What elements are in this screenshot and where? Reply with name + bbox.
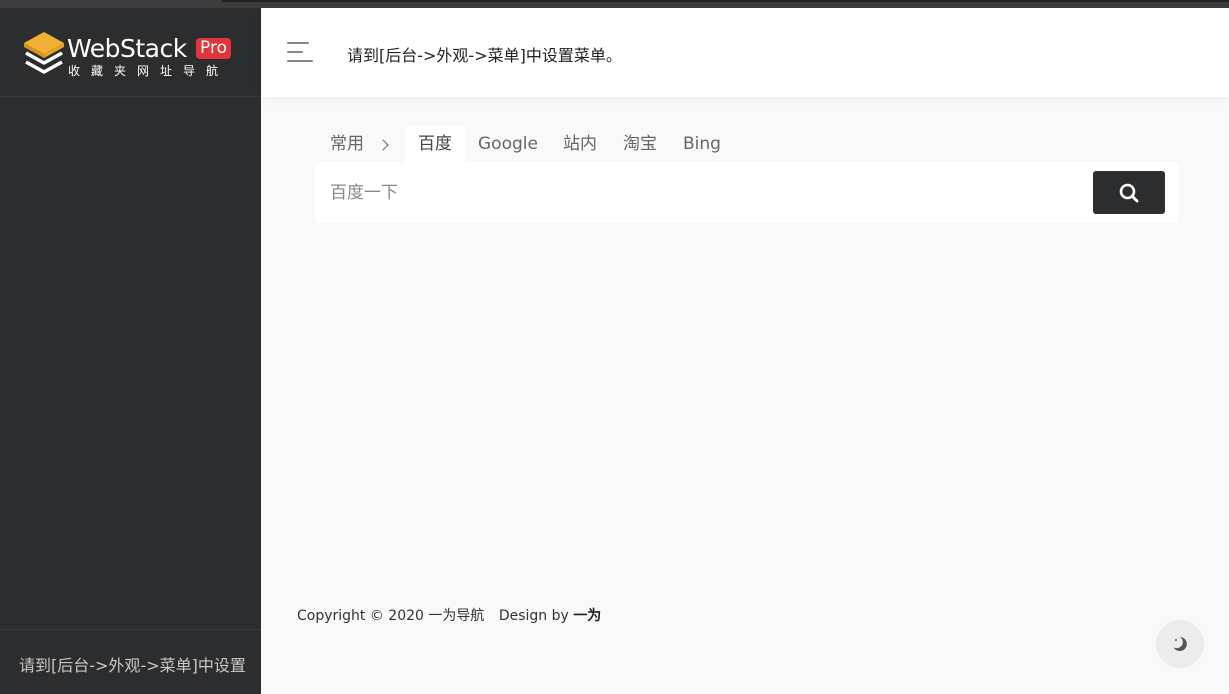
logo-wordmark: WebStack xyxy=(67,34,187,63)
sidebar-footer: 请到[后台->外观->菜单]中设置 xyxy=(0,629,261,694)
header: 请到[后台->外观->菜单]中设置菜单。 xyxy=(261,8,1229,97)
search-tabs: 常用 百度 Google 站内 淘宝 Bing xyxy=(315,126,1179,163)
design-by-text: Design by xyxy=(498,608,569,624)
designer-link[interactable]: 一为 xyxy=(573,608,601,624)
window-topbar-line xyxy=(222,0,1229,2)
header-menu-text[interactable]: 请到[后台->外观->菜单]中设置菜单。 xyxy=(347,42,622,66)
menu-toggle-icon[interactable] xyxy=(287,42,313,64)
search-panel: 常用 百度 Google 站内 淘宝 Bing xyxy=(315,126,1179,223)
tab-site[interactable]: 站内 xyxy=(563,126,597,163)
logo-pro-badge: Pro xyxy=(196,38,231,59)
tab-bing[interactable]: Bing xyxy=(683,126,721,163)
search-icon xyxy=(1119,183,1139,203)
night-mode-button[interactable] xyxy=(1156,620,1204,668)
tab-taobao[interactable]: 淘宝 xyxy=(623,126,657,163)
copyright: Copyright © 2020 一为导航 Design by 一为 xyxy=(297,605,601,625)
logo[interactable]: WebStack Pro 收藏夹网址导航 xyxy=(0,8,261,97)
search-box xyxy=(315,163,1179,223)
layers-logo-icon xyxy=(24,32,64,74)
tab-baidu[interactable]: 百度 xyxy=(405,126,465,163)
sidebar: WebStack Pro 收藏夹网址导航 请到[后台->外观->菜单]中设置 xyxy=(0,8,261,694)
logo-tagline: 收藏夹网址导航 xyxy=(68,64,230,78)
tab-google[interactable]: Google xyxy=(478,126,538,163)
copyright-text: Copyright © 2020 一为导航 xyxy=(297,608,485,624)
sidebar-footer-text[interactable]: 请到[后台->外观->菜单]中设置 xyxy=(19,652,246,676)
moon-icon xyxy=(1173,637,1187,651)
search-group-label[interactable]: 常用 xyxy=(330,126,364,163)
search-button[interactable] xyxy=(1093,171,1165,214)
search-input[interactable] xyxy=(330,173,1070,213)
chevron-right-icon xyxy=(377,139,389,151)
